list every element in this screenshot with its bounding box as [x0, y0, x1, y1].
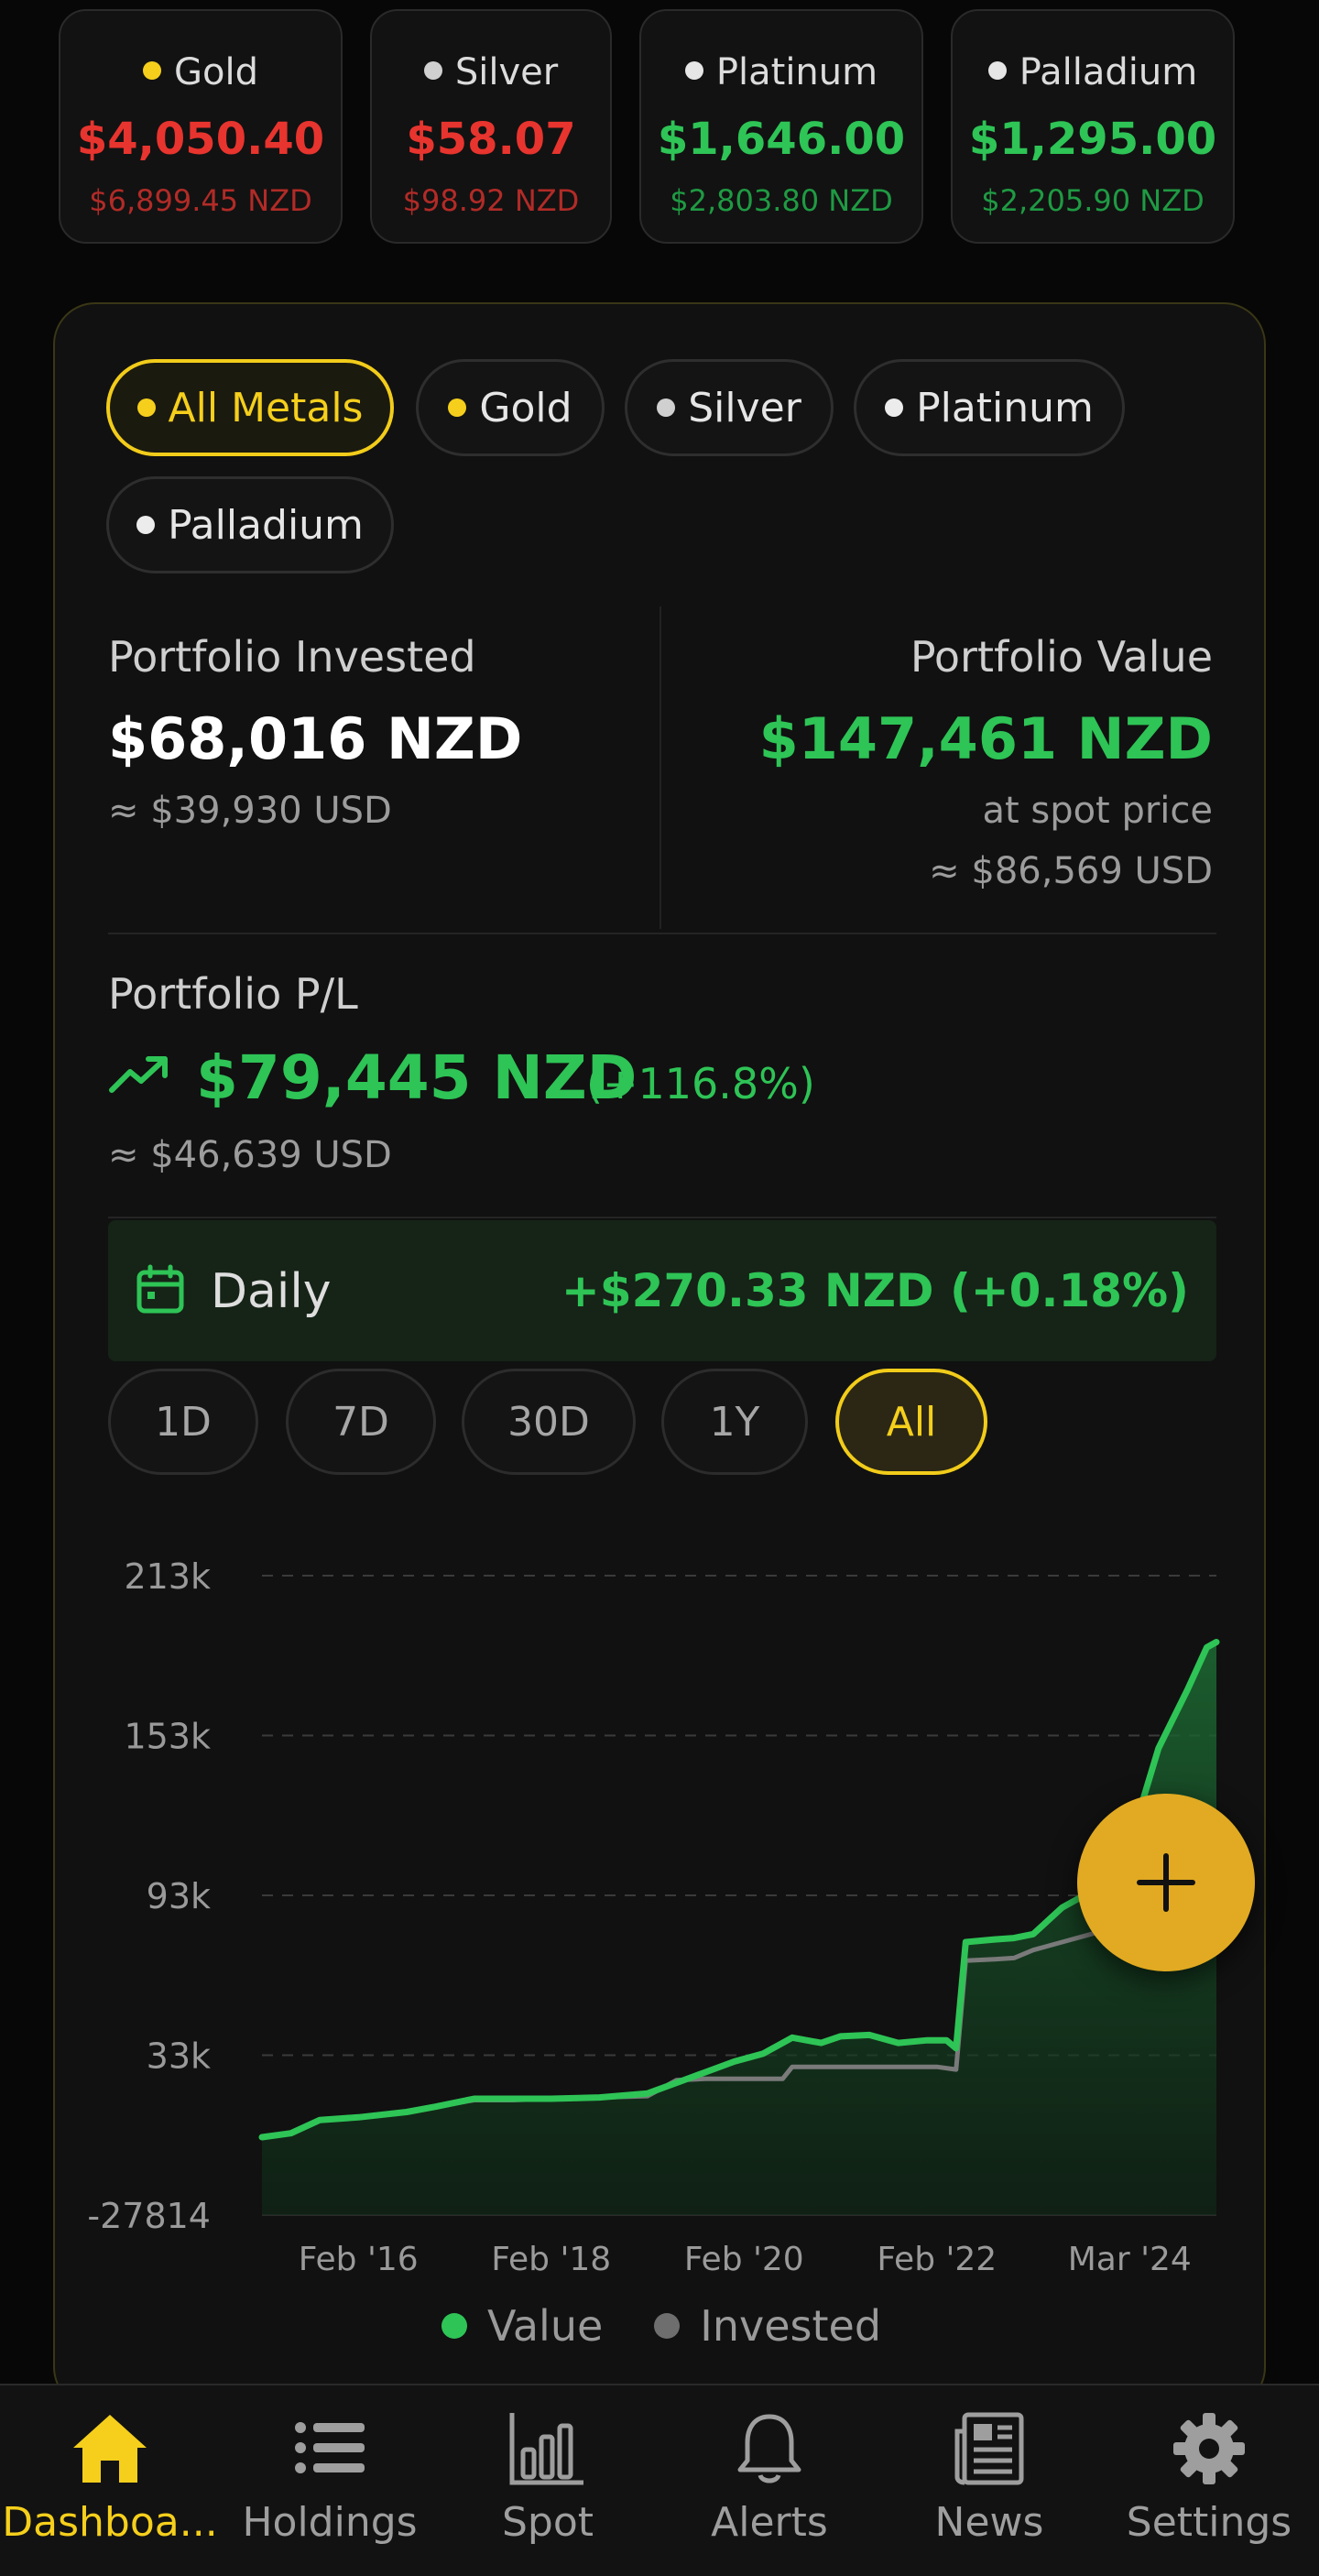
gold-dot-icon — [143, 61, 161, 80]
invested-series-dot-icon — [654, 2313, 681, 2339]
filter-chip-gold[interactable]: Gold — [416, 359, 605, 456]
price-card-value: $58.07 — [406, 114, 576, 165]
nav-label: Alerts — [711, 2499, 828, 2546]
all-metals-dot-icon — [136, 398, 156, 417]
value-usd: ≈ $86,569 USD — [929, 850, 1213, 892]
y-tick-label: 33k — [147, 2036, 211, 2077]
calendar-icon — [136, 1264, 185, 1315]
price-card-name: Silver — [372, 51, 610, 93]
palladium-dot-icon — [136, 516, 156, 534]
section-divider — [108, 933, 1216, 934]
price-card-nzd: $2,205.90 NZD — [981, 183, 1205, 218]
price-card-value: $1,295.00 — [968, 114, 1217, 165]
nav-label: Holdings — [242, 2499, 418, 2546]
price-card-silver[interactable]: Silver $58.07 $98.92 NZD — [370, 9, 612, 244]
column-divider — [660, 606, 661, 929]
bell-icon — [660, 2409, 879, 2492]
portfolio-card: All Metals Gold Silver Platinum Palladiu… — [53, 302, 1266, 2409]
filter-chip-platinum[interactable]: Platinum — [854, 359, 1125, 456]
x-tick-label: Feb '20 — [684, 2241, 804, 2278]
price-card-value: $4,050.40 — [76, 114, 325, 165]
nav-settings[interactable]: Settings — [1099, 2385, 1319, 2576]
list-icon — [220, 2409, 440, 2492]
filter-chip-silver[interactable]: Silver — [625, 359, 834, 456]
nav-label: News — [934, 2499, 1044, 2546]
gear-icon — [1099, 2409, 1319, 2492]
section-divider — [108, 1217, 1216, 1218]
bottom-navigation: Dashboa... Holdings Spot Alerts News Set… — [0, 2384, 1319, 2576]
home-icon — [0, 2409, 220, 2492]
price-card-name: Platinum — [641, 51, 921, 93]
nav-spot[interactable]: Spot — [438, 2385, 658, 2576]
y-tick-label: 213k — [124, 1556, 211, 1597]
pl-percent: (+116.8%) — [586, 1059, 815, 1108]
y-tick-label: 93k — [147, 1876, 211, 1916]
portfolio-chart: 213k 153k 93k 33k -27814 Feb '16 Feb '18 Feb '2… — [87, 1556, 1220, 2278]
price-card-nzd: $98.92 NZD — [402, 183, 580, 218]
filter-chip-palladium[interactable]: Palladium — [106, 476, 394, 573]
platinum-dot-icon — [684, 61, 703, 80]
x-tick-label: Feb '22 — [877, 2241, 997, 2278]
y-tick-label: 153k — [124, 1717, 211, 1757]
news-icon — [879, 2409, 1099, 2492]
price-card-name: Gold — [60, 51, 341, 93]
value-label: Portfolio Value — [910, 632, 1213, 682]
range-7d[interactable]: 7D — [286, 1369, 436, 1475]
range-1d[interactable]: 1D — [108, 1369, 258, 1475]
x-tick-label: Mar '24 — [1068, 2241, 1192, 2278]
nav-news[interactable]: News — [879, 2385, 1099, 2576]
silver-dot-icon — [657, 398, 676, 417]
invested-usd: ≈ $39,930 USD — [108, 790, 392, 832]
nav-dashboard[interactable]: Dashboa... — [0, 2385, 220, 2576]
price-card-palladium[interactable]: Palladium $1,295.00 $2,205.90 NZD — [951, 9, 1235, 244]
range-all[interactable]: All — [835, 1369, 987, 1475]
pl-label: Portfolio P/L — [108, 969, 358, 1019]
bar-chart-icon — [438, 2409, 658, 2492]
add-holding-button[interactable] — [1077, 1794, 1255, 1971]
price-card-gold[interactable]: Gold $4,050.40 $6,899.45 NZD — [59, 9, 343, 244]
nav-holdings[interactable]: Holdings — [220, 2385, 440, 2576]
daily-change-row: Daily +$270.33 NZD (+0.18%) — [108, 1220, 1216, 1361]
daily-label: Daily — [211, 1264, 332, 1319]
gold-dot-icon — [448, 398, 467, 417]
daily-value: +$270.33 NZD (+0.18%) — [561, 1264, 1189, 1317]
value-amount: $147,461 NZD — [758, 705, 1213, 772]
range-1y[interactable]: 1Y — [661, 1369, 808, 1475]
legend-item-value: Value — [441, 2301, 603, 2351]
trending-up-icon — [108, 1052, 172, 1097]
palladium-dot-icon — [987, 61, 1007, 80]
price-card-name: Palladium — [953, 51, 1233, 93]
platinum-dot-icon — [885, 398, 904, 417]
invested-value: $68,016 NZD — [108, 705, 523, 772]
filter-chip-all-metals[interactable]: All Metals — [106, 359, 394, 456]
legend-item-invested: Invested — [654, 2301, 881, 2351]
range-30d[interactable]: 30D — [462, 1369, 636, 1475]
price-card-nzd: $2,803.80 NZD — [670, 183, 893, 218]
plus-icon — [1137, 1853, 1195, 1912]
pl-usd: ≈ $46,639 USD — [108, 1134, 392, 1176]
nav-label: Spot — [501, 2499, 594, 2546]
pl-value: $79,445 NZD — [196, 1042, 638, 1113]
nav-alerts[interactable]: Alerts — [660, 2385, 879, 2576]
x-tick-label: Feb '18 — [491, 2241, 611, 2278]
price-card-value: $1,646.00 — [657, 114, 906, 165]
value-series-dot-icon — [441, 2313, 467, 2339]
value-note: at spot price — [982, 790, 1213, 832]
spot-price-strip: Gold $4,050.40 $6,899.45 NZD Silver $58.… — [0, 0, 1319, 257]
price-card-nzd: $6,899.45 NZD — [89, 183, 312, 218]
silver-dot-icon — [423, 61, 442, 80]
price-card-platinum[interactable]: Platinum $1,646.00 $2,803.80 NZD — [639, 9, 923, 244]
value-area-fill — [262, 1642, 1216, 2215]
invested-label: Portfolio Invested — [108, 632, 476, 682]
y-tick-label: -27814 — [87, 2196, 211, 2236]
x-tick-label: Feb '16 — [299, 2241, 419, 2278]
nav-label: Dashboa... — [2, 2499, 218, 2546]
chart-legend: Value Invested — [55, 2301, 1268, 2351]
nav-label: Settings — [1126, 2499, 1292, 2546]
